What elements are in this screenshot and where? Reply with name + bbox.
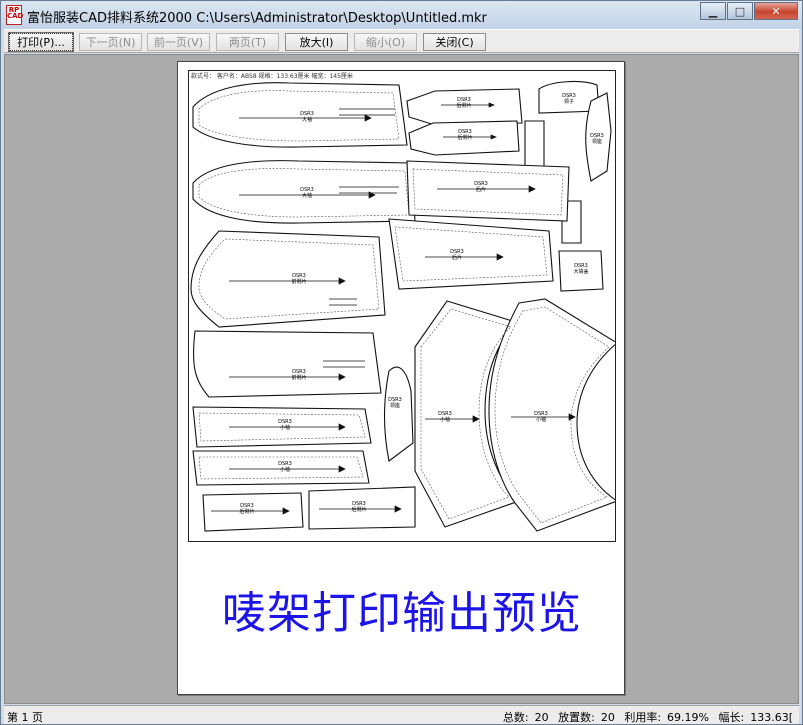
prev-page-button[interactable]: 前一页(V) [147, 33, 210, 51]
zoom-in-button[interactable]: 放大(I) [285, 33, 348, 51]
zoom-out-button[interactable]: 缩小(O) [354, 33, 417, 51]
placed-label: 放置数: [558, 711, 595, 724]
marker-pieces-drawing: DSR3大袖DSR3大袖DSR3后侧片DSR3后侧片DSR3领子DSR3领座DS… [190, 80, 615, 532]
minimize-button[interactable]: ▁ [700, 2, 726, 20]
app-window: RP CAD 富怡服装CAD排料系统2000 C:\Users\Administ… [0, 0, 803, 725]
width-label: 幅长: [718, 711, 745, 724]
status-bar: 第 1 页 总数: 20 放置数: 20 利用率: 69.19% 幅长: 133.63[ [4, 705, 799, 724]
piece-name-label: 小袖 [536, 416, 546, 423]
piece-name-label: 小袖 [280, 424, 290, 431]
utilization-value: 69.19% [667, 711, 709, 724]
piece-name-label: 领座 [592, 138, 602, 145]
piece-name-label: 后侧片 [239, 508, 254, 515]
marker-layout: DSR3 大袖 DSR3 大袖 DSR3 后侧片 DSR3 后侧片 DSR3 领子 DSR3 领座 DS… [188, 70, 616, 542]
piece-name-label: 大袖 [302, 116, 312, 123]
window-title: 富怡服装CAD排料系统2000 C:\Users\Administrator\D… [27, 11, 487, 26]
pattern-piece [192, 330, 382, 398]
piece-name-label: 领座 [390, 402, 400, 409]
preview-area[interactable]: DSR3 大袖 DSR3 大袖 DSR3 后侧片 DSR3 后侧片 DSR3 领子 DSR3 领座 DS… [4, 54, 799, 704]
pattern-piece [190, 230, 386, 328]
preview-page: DSR3 大袖 DSR3 大袖 DSR3 后侧片 DSR3 后侧片 DSR3 领子 DSR3 领座 DS… [177, 61, 625, 695]
close-window-button[interactable]: ✕ [754, 2, 798, 20]
piece-name-label: 后侧片 [351, 506, 366, 513]
piece-name-label: 大袋盖 [573, 268, 588, 275]
piece-name-label: 后侧片 [457, 134, 472, 141]
pattern-piece [524, 120, 545, 170]
marker-stats: 总数: 20 放置数: 20 利用率: 69.19% 幅长: 133.63[ [497, 709, 793, 725]
width-value: 133.63[ [750, 711, 793, 724]
preview-toolbar: 打印(P)... 下一页(N) 前一页(V) 两页(T) 放大(I) 缩小(O)… [4, 29, 799, 53]
page-indicator: 第 1 页 [7, 711, 43, 724]
piece-name-label: 后片 [476, 186, 486, 193]
piece-name-label: 大袖 [302, 192, 312, 199]
close-preview-button[interactable]: 关闭(C) [423, 33, 486, 51]
piece-name-label: 小袖 [440, 416, 450, 423]
print-button[interactable]: 打印(P)... [8, 32, 74, 52]
app-icon: RP CAD [6, 5, 23, 25]
utilization-label: 利用率: [624, 711, 662, 724]
piece-name-label: 领子 [564, 98, 574, 105]
pattern-piece [383, 366, 414, 462]
maximize-button[interactable]: □ [727, 2, 753, 20]
total-value: 20 [534, 711, 549, 724]
piece-name-label: 前侧片 [291, 374, 306, 381]
two-pages-button[interactable]: 两页(T) [216, 33, 279, 51]
total-label: 总数: [502, 711, 529, 724]
piece-name-label: 后侧片 [456, 102, 471, 109]
piece-name-label: 小袖 [280, 466, 290, 473]
title-bar[interactable]: RP CAD 富怡服装CAD排料系统2000 C:\Users\Administ… [1, 1, 802, 29]
pattern-piece [388, 218, 554, 290]
piece-name-label: 后片 [452, 254, 462, 261]
preview-caption: 唛架打印输出预览 [222, 588, 582, 639]
placed-value: 20 [600, 711, 615, 724]
marker-info-header: 款式号： 客户名：ABS8 规格：133.63厘米 幅宽：145厘米 [191, 73, 353, 80]
piece-name-label: 前侧片 [291, 278, 306, 285]
window-controls: ▁ □ ✕ [700, 2, 798, 20]
next-page-button[interactable]: 下一页(N) [79, 33, 142, 51]
